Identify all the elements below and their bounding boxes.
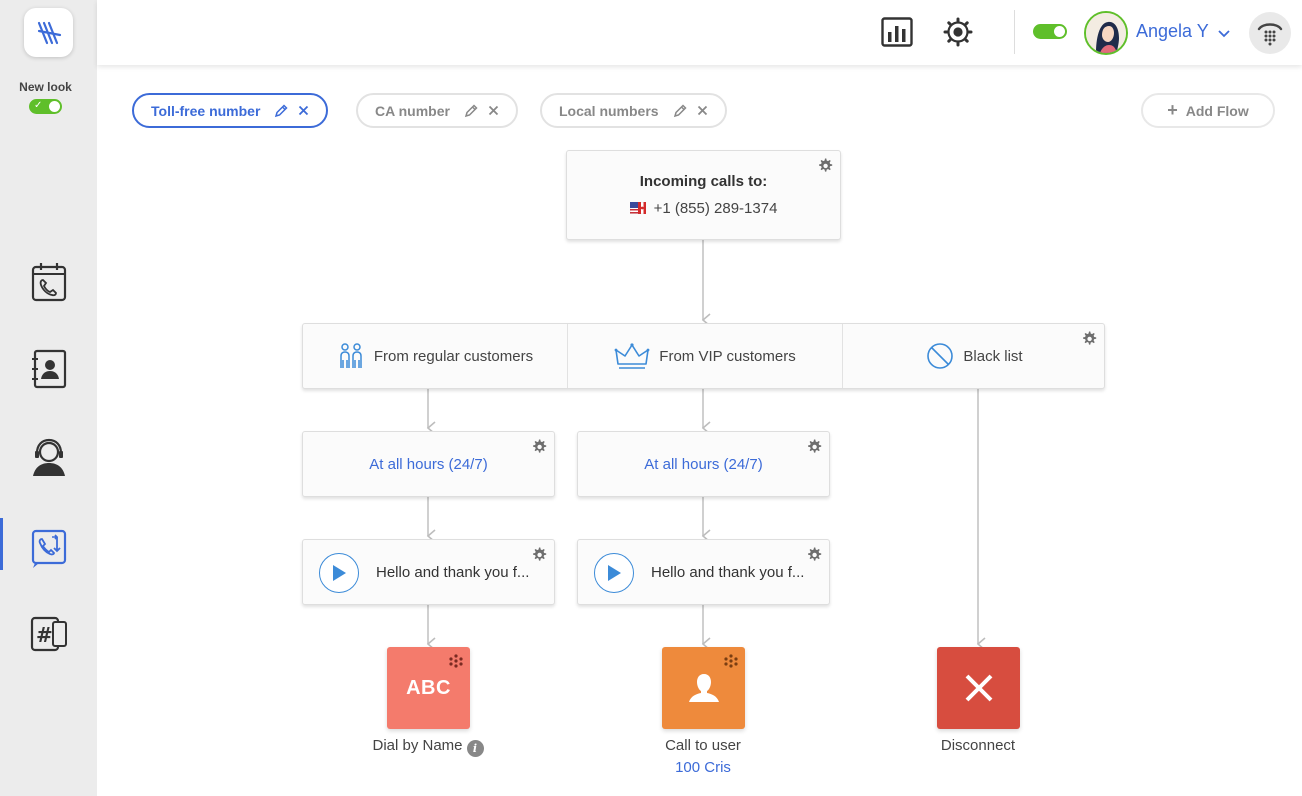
tab-label: Toll-free number xyxy=(151,102,261,119)
filter-label: From VIP customers xyxy=(659,347,796,365)
check-icon: ✓ xyxy=(34,100,43,111)
user-icon xyxy=(688,674,719,702)
chevron-down-icon[interactable] xyxy=(1218,25,1230,43)
dialpad-dots-icon[interactable] xyxy=(724,654,738,668)
play-button[interactable] xyxy=(594,553,634,593)
gear-icon[interactable] xyxy=(806,439,822,455)
tab-label: CA number xyxy=(375,102,450,119)
user-name[interactable]: Angela Y xyxy=(1136,21,1209,42)
action-label-call-to-user: Call to user xyxy=(665,737,741,754)
incoming-calls-node[interactable]: Incoming calls to: +1 (855) 289-1374 xyxy=(566,150,841,240)
hours-label: At all hours (24/7) xyxy=(369,456,488,473)
incoming-number: +1 (855) 289-1374 xyxy=(653,200,778,217)
greeting-node[interactable]: Hello and thank you f... xyxy=(577,539,830,605)
filter-label: Black list xyxy=(963,347,1023,365)
close-icon[interactable] xyxy=(697,105,708,116)
new-look-toggle[interactable]: ✓ xyxy=(29,99,62,114)
nav-call-flow[interactable] xyxy=(0,518,97,578)
add-flow-button[interactable]: + Add Flow xyxy=(1141,93,1275,128)
add-flow-label: Add Flow xyxy=(1185,102,1249,119)
greeting-label: Hello and thank you f... xyxy=(376,564,530,581)
gear-icon[interactable] xyxy=(817,158,833,174)
crown-icon xyxy=(614,342,650,370)
filter-label: From regular customers xyxy=(373,347,534,365)
caller-filter-node: From regular customers From VIP customer… xyxy=(302,323,1105,389)
availability-toggle[interactable] xyxy=(1033,24,1067,39)
gear-icon[interactable] xyxy=(1081,331,1097,347)
hours-label: At all hours (24/7) xyxy=(644,456,763,473)
edit-icon[interactable] xyxy=(274,103,288,118)
sidebar: New look ✓ # xyxy=(0,0,97,796)
tab-local-numbers[interactable]: Local numbers xyxy=(540,93,727,128)
gear-icon[interactable] xyxy=(531,547,547,563)
people-icon xyxy=(337,342,365,370)
header-divider xyxy=(1014,10,1015,54)
plus-icon: + xyxy=(1167,100,1178,120)
play-icon xyxy=(608,565,621,581)
disconnect-action[interactable] xyxy=(937,647,1020,729)
greeting-label: Hello and thank you f... xyxy=(651,564,805,581)
nav-agent[interactable] xyxy=(0,427,97,487)
incoming-title: Incoming calls to: xyxy=(639,173,768,190)
us-ca-flag-icon xyxy=(629,202,646,214)
top-header: Angela Y xyxy=(97,0,1302,65)
edit-icon[interactable] xyxy=(673,103,687,118)
analytics-icon xyxy=(881,17,913,47)
edit-icon[interactable] xyxy=(464,103,478,118)
dial-by-name-action[interactable]: ABC xyxy=(387,647,470,729)
tab-label: Local numbers xyxy=(559,102,659,119)
logo-icon xyxy=(37,21,61,44)
nav-contacts[interactable] xyxy=(0,339,97,399)
play-button[interactable] xyxy=(319,553,359,593)
abc-tile-text: ABC xyxy=(406,676,451,699)
avatar[interactable] xyxy=(1084,11,1128,55)
hash-numbers-icon: # xyxy=(30,616,67,652)
settings-button[interactable] xyxy=(940,14,976,50)
incoming-number-row: +1 (855) 289-1374 xyxy=(567,200,840,217)
close-icon xyxy=(965,674,992,702)
hours-node[interactable]: At all hours (24/7) xyxy=(302,431,555,497)
action-label-dial-by-name: Dial by Name i xyxy=(338,737,518,757)
analytics-button[interactable] xyxy=(879,14,915,50)
contact-book-icon xyxy=(31,349,66,389)
action-label: Dial by Name xyxy=(372,737,463,754)
dialpad-button[interactable] xyxy=(1249,12,1291,54)
settings-icon xyxy=(943,17,973,47)
call-calendar-icon xyxy=(31,263,66,302)
dialpad-dots-icon[interactable] xyxy=(449,654,463,668)
gear-icon[interactable] xyxy=(531,439,547,455)
svg-text:#: # xyxy=(36,623,53,647)
gear-icon[interactable] xyxy=(806,547,822,563)
info-icon[interactable]: i xyxy=(466,740,484,757)
nav-call-history[interactable] xyxy=(0,252,97,312)
call-flow-icon xyxy=(31,529,66,568)
target-user-link[interactable]: 100 Cris xyxy=(613,759,793,776)
new-look-label: New look xyxy=(19,80,72,94)
filter-vip-customers[interactable]: From VIP customers xyxy=(568,324,842,388)
play-icon xyxy=(333,565,346,581)
greeting-node[interactable]: Hello and thank you f... xyxy=(302,539,555,605)
filter-regular-customers[interactable]: From regular customers xyxy=(303,324,567,388)
tab-toll-free-number[interactable]: Toll-free number xyxy=(132,93,329,128)
action-label-disconnect: Disconnect xyxy=(940,737,1016,754)
agent-headset-icon xyxy=(32,438,65,476)
block-icon xyxy=(926,342,954,370)
call-to-user-action[interactable] xyxy=(662,647,745,729)
hours-node[interactable]: At all hours (24/7) xyxy=(577,431,830,497)
app-logo[interactable] xyxy=(24,8,73,57)
tab-ca-number[interactable]: CA number xyxy=(356,93,518,128)
filter-black-list[interactable]: Black list xyxy=(843,324,1106,388)
nav-numbers[interactable]: # xyxy=(0,603,97,663)
user-avatar-image xyxy=(1086,13,1126,53)
dialpad-icon xyxy=(1257,23,1283,46)
close-icon[interactable] xyxy=(488,105,499,116)
close-icon[interactable] xyxy=(298,105,309,116)
